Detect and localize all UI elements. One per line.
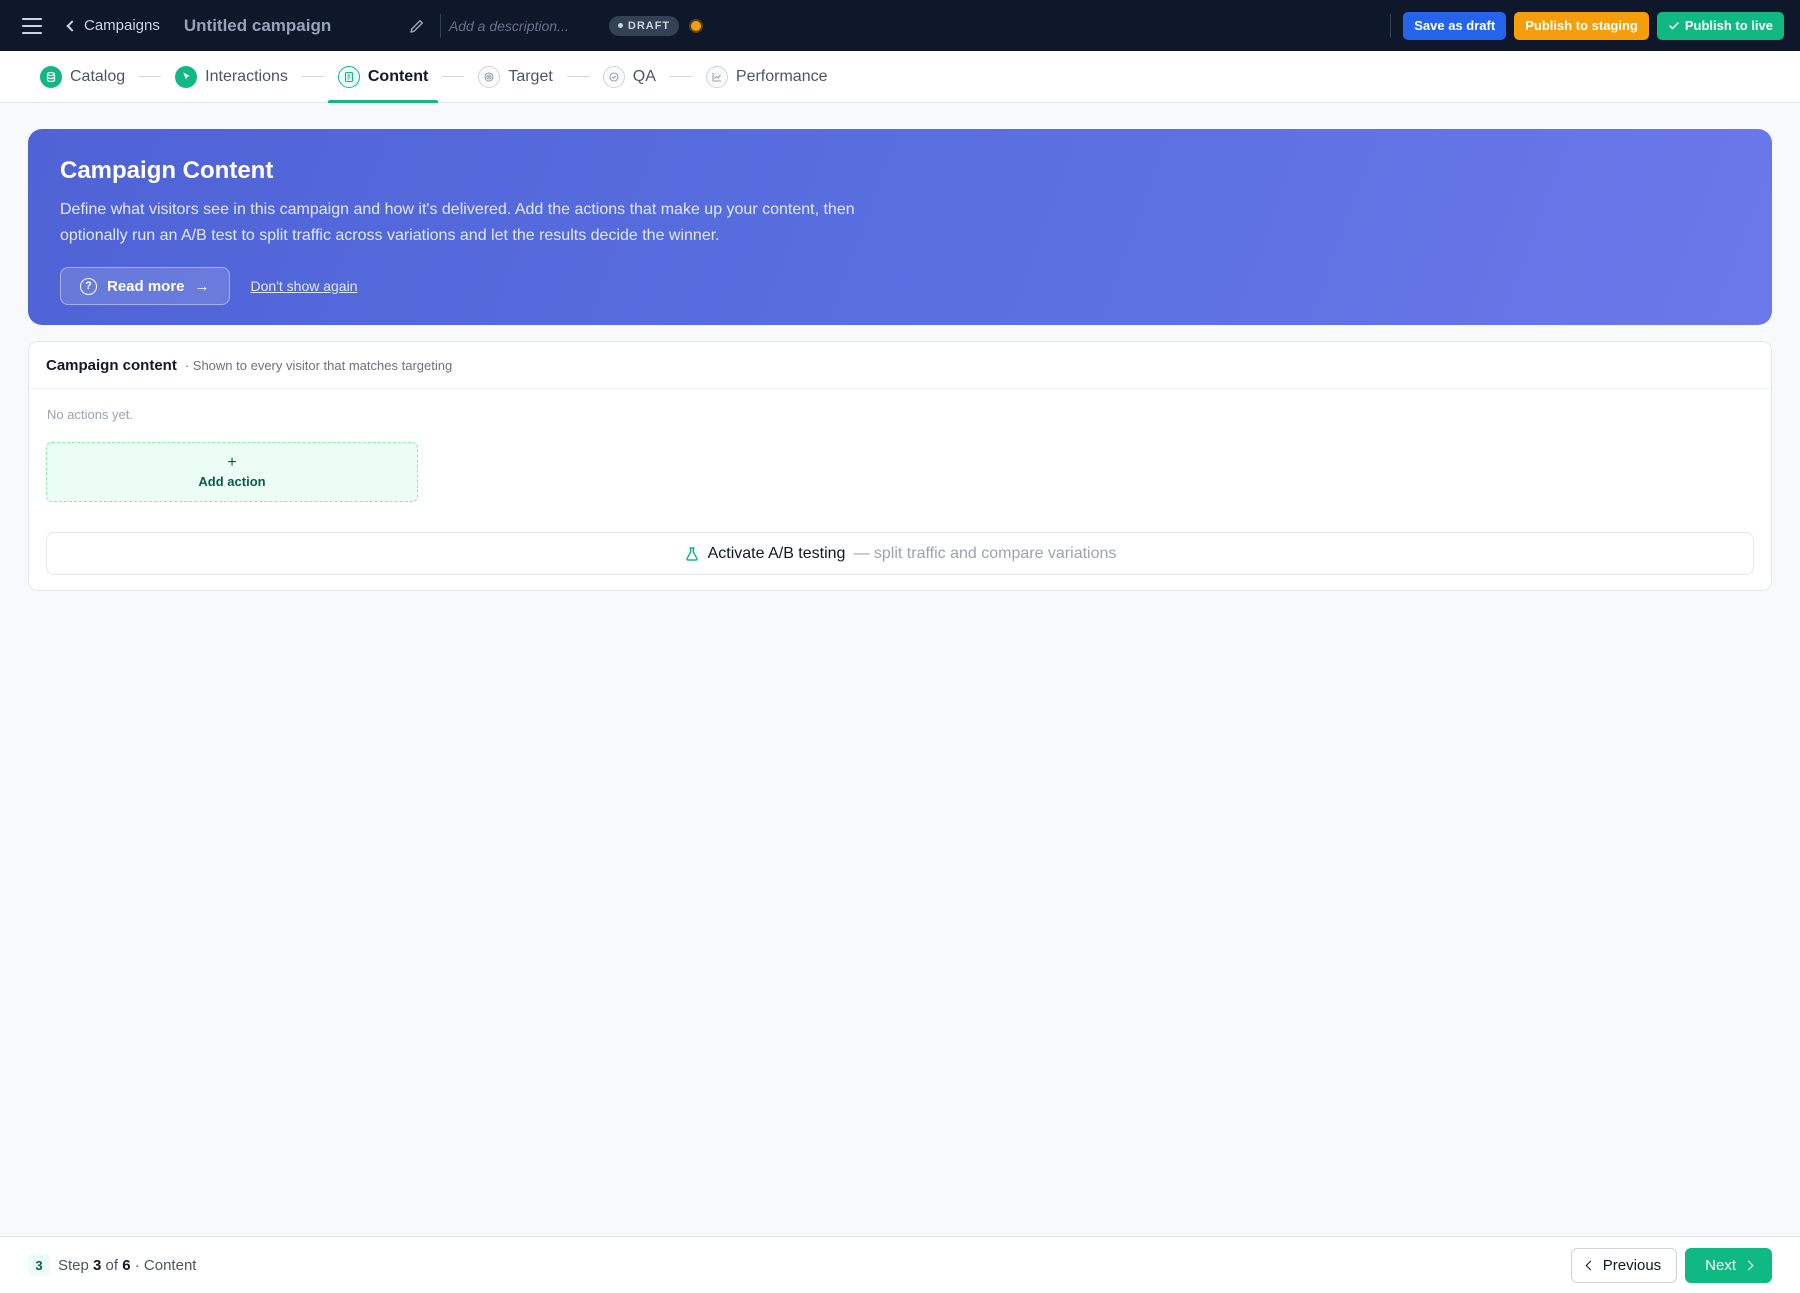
empty-state-text: No actions yet. [47,407,133,422]
check-icon [1669,21,1679,29]
chart-icon [705,65,728,88]
check-circle-icon [602,65,625,88]
menu-icon[interactable] [22,17,42,34]
pencil-icon[interactable] [408,17,426,35]
badge-dot [617,23,623,28]
divider [1390,13,1392,38]
previous-button[interactable]: Previous [1570,1247,1678,1283]
banner-description: Define what visitors see in this campaig… [60,201,855,244]
plus-icon: + [227,454,237,471]
tab-label: Content [367,67,429,85]
tab-catalog[interactable]: Catalog [30,51,135,102]
tab-performance[interactable]: Performance [696,51,838,102]
card-subtitle: · Shown to every visitor that matches ta… [184,357,453,373]
back-label: Campaigns [84,17,160,34]
publish-to-live-label: Publish to live [1684,18,1773,33]
tab-content[interactable]: Content [327,51,439,103]
step-of: of [105,1256,119,1274]
step-word: Step [58,1256,89,1274]
add-action-label: Add action [198,474,266,489]
step-connector [566,76,589,77]
back-to-campaigns-link[interactable]: Campaigns [66,17,160,34]
ab-testing-label: Activate A/B testing [707,544,846,562]
tab-target[interactable]: Target [468,51,562,102]
card-title: Campaign content [46,356,177,374]
ab-testing-sublabel: — split traffic and compare variations [853,544,1117,562]
tab-label: Performance [735,67,828,85]
step-navigation: Catalog Interactions Content Target QA P… [0,51,1800,103]
step-name: · Content [134,1256,197,1274]
intro-banner: Campaign Content Define what visitors se… [28,129,1772,325]
cursor-icon [175,65,198,88]
arrow-right-icon: → [194,277,210,295]
tab-label: Catalog [70,67,126,85]
chevron-left-icon [66,19,78,32]
publish-to-staging-button[interactable]: Publish to staging [1514,11,1649,40]
campaign-title[interactable]: Untitled campaign [184,16,408,36]
document-icon [337,65,360,88]
status-badge: DRAFT [608,15,680,36]
step-indicator: Step 3 of 6 · Content [58,1257,196,1274]
read-more-label: Read more [107,277,185,295]
next-label: Next [1705,1256,1736,1274]
tab-label: QA [632,67,656,85]
question-icon: ? [80,277,97,295]
database-icon [40,65,62,88]
tab-label: Interactions [205,67,288,85]
previous-label: Previous [1602,1256,1662,1274]
step-number-badge: 3 [28,1254,50,1276]
divider [439,13,441,38]
step-connector [669,76,692,77]
read-more-button[interactable]: ? Read more → [60,267,230,305]
tab-interactions[interactable]: Interactions [165,51,298,102]
step-connector [442,76,465,77]
next-button[interactable]: Next [1685,1247,1772,1283]
publish-to-live-button[interactable]: Publish to live [1656,11,1784,40]
step-current: 3 [93,1256,102,1274]
activate-ab-testing-button[interactable]: Activate A/B testing — split traffic and… [46,532,1754,575]
status-indicator-dot [691,20,702,31]
flask-icon [685,546,698,561]
chevron-left-icon [1585,1260,1596,1270]
target-icon [478,65,501,88]
page-title: Campaign Content [60,157,274,184]
step-total: 6 [122,1256,131,1274]
campaign-content-card: Campaign content · Shown to every visito… [28,341,1772,591]
tab-qa[interactable]: QA [593,51,666,102]
dont-show-again-link[interactable]: Don't show again [251,278,358,294]
description-input[interactable]: Add a description... [449,18,609,34]
status-badge-label: DRAFT [627,19,671,32]
step-connector [139,76,162,77]
top-bar: Campaigns Untitled campaign Add a descri… [0,0,1800,51]
save-as-draft-button[interactable]: Save as draft [1403,11,1507,40]
wizard-footer: 3 Step 3 of 6 · Content Previous Next [0,1236,1800,1293]
card-header: Campaign content · Shown to every visito… [29,342,1771,389]
chevron-right-icon [1743,1260,1754,1270]
add-action-button[interactable]: + Add action [46,442,418,502]
step-connector [301,76,324,77]
tab-label: Target [508,67,553,85]
